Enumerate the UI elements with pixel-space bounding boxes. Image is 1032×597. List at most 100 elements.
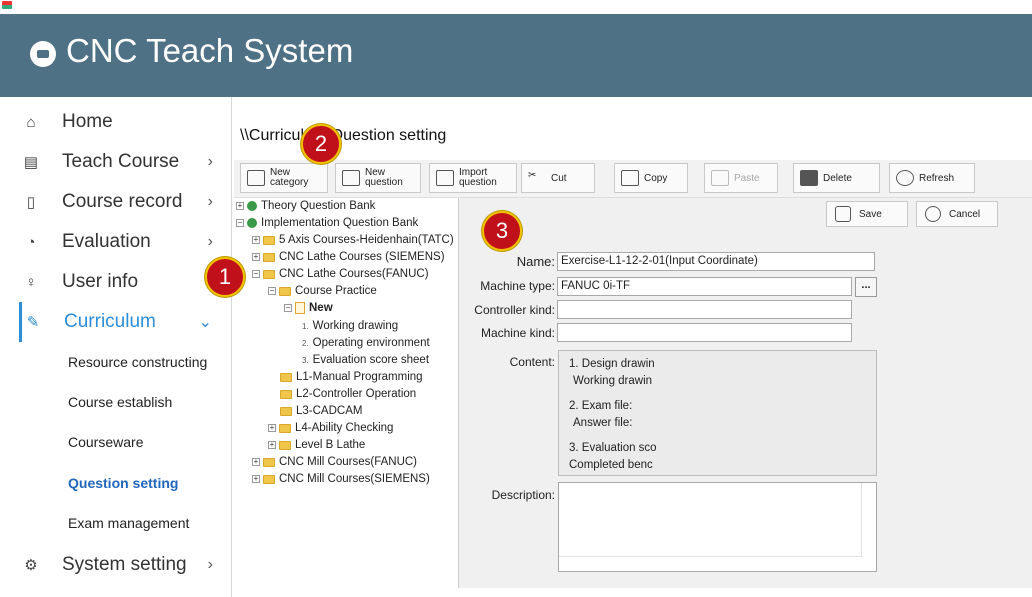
folder-icon bbox=[280, 389, 292, 399]
description-field[interactable] bbox=[558, 482, 877, 572]
expand-icon[interactable]: + bbox=[252, 458, 260, 466]
tree-label: L2-Controller Operation bbox=[296, 388, 417, 400]
button-label: Cut bbox=[551, 172, 567, 184]
expand-icon[interactable]: + bbox=[268, 424, 276, 432]
collapse-icon[interactable]: − bbox=[284, 304, 292, 312]
folder-icon bbox=[263, 235, 275, 245]
button-label: Refresh bbox=[919, 172, 955, 184]
expand-icon[interactable]: + bbox=[268, 441, 276, 449]
refresh-button[interactable]: Refresh bbox=[889, 163, 975, 193]
tree-node-evaluation-score-sheet[interactable]: 3. Evaluation score sheet bbox=[302, 352, 429, 368]
tree-label: CNC Lathe Courses(FANUC) bbox=[279, 268, 429, 280]
tree-label: Level B Lathe bbox=[295, 439, 366, 451]
content-line: 3. Evaluation sco bbox=[569, 442, 657, 454]
machine-type-field[interactable]: FANUC 0i-TF bbox=[557, 277, 852, 296]
sidebar-item-label: System setting bbox=[62, 554, 187, 575]
import-question-button[interactable]: Import question bbox=[429, 163, 517, 193]
title-strip bbox=[0, 0, 1032, 14]
copy-button[interactable]: Copy bbox=[614, 163, 688, 193]
tree-node-lathe-fanuc[interactable]: − CNC Lathe Courses(FANUC) bbox=[252, 266, 429, 282]
pencil-icon: ✎ bbox=[26, 314, 40, 331]
tree-node-l1[interactable]: L1-Manual Programming bbox=[280, 369, 423, 385]
home-icon: ⌂ bbox=[26, 113, 36, 131]
vertical-scrollbar[interactable] bbox=[861, 483, 876, 557]
controller-kind-label: Controller kind: bbox=[474, 303, 555, 317]
sidebar-item-home[interactable]: ⌂ Home bbox=[20, 102, 232, 142]
tree-node-l2[interactable]: L2-Controller Operation bbox=[280, 386, 416, 402]
expand-icon[interactable]: + bbox=[252, 253, 260, 261]
chevron-right-icon: › bbox=[207, 193, 213, 210]
button-label: New category bbox=[270, 168, 308, 188]
tree-label: CNC Mill Courses(SIEMENS) bbox=[279, 473, 430, 485]
tree-node-implementation[interactable]: − Implementation Question Bank bbox=[236, 215, 418, 231]
tree-node-l3[interactable]: L3-CADCAM bbox=[280, 403, 362, 419]
button-label: Cancel bbox=[949, 208, 981, 220]
expand-icon[interactable]: + bbox=[252, 475, 260, 483]
sidebar-item-label: Teach Course bbox=[62, 151, 180, 172]
tree-label: New bbox=[309, 302, 333, 314]
delete-button[interactable]: Delete bbox=[793, 163, 880, 193]
document-icon bbox=[295, 302, 305, 314]
new-question-button[interactable]: New question bbox=[335, 163, 421, 193]
tree-node-mill-siemens[interactable]: + CNC Mill Courses(SIEMENS) bbox=[252, 471, 430, 487]
folder-icon bbox=[280, 406, 292, 416]
collapse-icon[interactable]: − bbox=[252, 270, 260, 278]
horizontal-scrollbar[interactable] bbox=[559, 556, 863, 571]
sidebar-item-system-setting[interactable]: ⚙ System setting › bbox=[20, 545, 232, 585]
chevron-right-icon: › bbox=[207, 153, 213, 170]
cut-button[interactable]: ✂ Cut bbox=[521, 163, 595, 193]
browse-button[interactable]: ... bbox=[855, 277, 877, 297]
tree-label: CNC Lathe Courses (SIEMENS) bbox=[279, 251, 445, 263]
sub-item-courseware[interactable]: Courseware bbox=[68, 434, 143, 454]
collapse-icon[interactable]: − bbox=[236, 219, 244, 227]
tree-node-level-b[interactable]: + Level B Lathe bbox=[268, 437, 365, 453]
cancel-button[interactable]: Cancel bbox=[916, 201, 998, 227]
content-line: Completed benc bbox=[569, 459, 653, 471]
name-field[interactable]: Exercise-L1-12-2-01(Input Coordinate) bbox=[557, 252, 875, 271]
tree-node-new[interactable]: − New bbox=[284, 300, 333, 316]
machine-kind-field[interactable] bbox=[557, 323, 852, 342]
copy-icon bbox=[621, 170, 639, 186]
sub-item-exam-management[interactable]: Exam management bbox=[68, 515, 189, 535]
annotation-badge-1: 1 bbox=[205, 257, 245, 297]
expand-icon[interactable]: + bbox=[252, 236, 260, 244]
new-folder-icon bbox=[247, 170, 265, 186]
scissors-icon: ✂ bbox=[528, 170, 537, 181]
sidebar-item-evaluation[interactable]: ◔ Evaluation › bbox=[20, 222, 232, 262]
save-button[interactable]: Save bbox=[826, 201, 908, 227]
tree-label: Theory Question Bank bbox=[261, 200, 376, 212]
paste-button[interactable]: Paste bbox=[704, 163, 778, 193]
logo-icon bbox=[30, 41, 56, 67]
refresh-icon bbox=[896, 170, 914, 186]
button-label: Delete bbox=[823, 172, 852, 184]
tree-label: L3-CADCAM bbox=[296, 405, 363, 417]
sidebar-item-curriculum[interactable]: ✎ Curriculum ⌄ bbox=[19, 302, 231, 342]
tree-node-l4[interactable]: + L4-Ability Checking bbox=[268, 420, 393, 436]
sub-item-course-establish[interactable]: Course establish bbox=[68, 394, 172, 414]
content-line: Working drawin bbox=[573, 375, 653, 387]
breadcrumb: \\Curriculum\Question setting bbox=[240, 127, 447, 144]
tree-label: L1-Manual Programming bbox=[296, 371, 423, 383]
new-document-icon bbox=[342, 170, 360, 186]
sidebar-item-user-info[interactable]: ♀ User info bbox=[20, 262, 232, 302]
leaf-number: 3. bbox=[302, 355, 309, 365]
collapse-icon[interactable]: − bbox=[268, 287, 276, 295]
tree-node-mill-fanuc[interactable]: + CNC Mill Courses(FANUC) bbox=[252, 454, 417, 470]
sidebar-item-teach-course[interactable]: ▤ Teach Course › bbox=[20, 142, 232, 182]
sub-item-resource-constructing[interactable]: Resource constructing bbox=[68, 354, 207, 374]
tree-node-lathe-siemens[interactable]: + CNC Lathe Courses (SIEMENS) bbox=[252, 249, 445, 265]
sidebar-item-label: Curriculum bbox=[64, 311, 156, 332]
tree-node-five-axis[interactable]: +5 Axis Courses-Heidenhain(TATC) bbox=[252, 232, 454, 248]
tree-node-operating-environment[interactable]: 2. Operating environment bbox=[302, 335, 430, 351]
expand-icon[interactable]: + bbox=[236, 202, 244, 210]
tree-node-course-practice[interactable]: − Course Practice bbox=[268, 283, 377, 299]
controller-kind-field[interactable] bbox=[557, 300, 852, 319]
sidebar-item-course-record[interactable]: ▯ Course record › bbox=[20, 182, 232, 222]
tree-node-working-drawing[interactable]: 1. Working drawing bbox=[302, 318, 398, 334]
tree-node-theory[interactable]: + Theory Question Bank bbox=[236, 198, 375, 214]
sub-item-question-setting[interactable]: Question setting bbox=[68, 475, 178, 495]
folder-icon bbox=[279, 286, 291, 296]
new-category-button[interactable]: New category bbox=[240, 163, 328, 193]
